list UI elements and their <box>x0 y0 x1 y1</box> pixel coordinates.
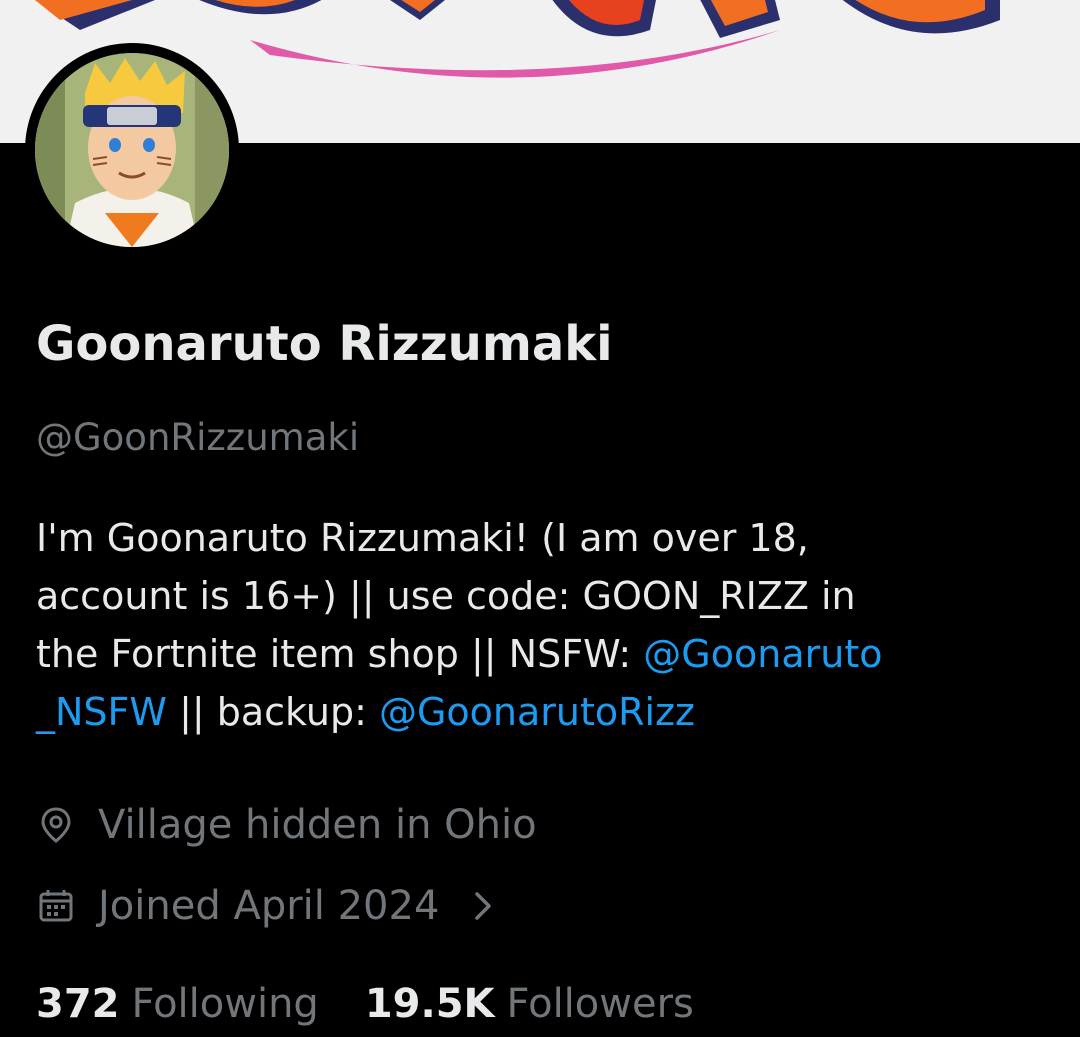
follow-stats: 372 Following 19.5K Followers <box>36 976 694 1032</box>
username-handle: @GoonRizzumaki <box>36 416 360 459</box>
nsfw-mention-link[interactable]: _NSFW <box>36 690 167 734</box>
bio-line: _NSFW || backup: @GoonarutoRizz <box>36 683 1056 741</box>
location-pin-icon <box>36 805 76 845</box>
joined-date-text: Joined April 2024 <box>98 883 440 929</box>
bio-line: the Fortnite item shop || NSFW: @Goonaru… <box>36 625 1056 683</box>
followers-link[interactable]: 19.5K Followers <box>365 981 694 1027</box>
avatar-frame[interactable] <box>25 43 239 257</box>
bio-line: I'm Goonaruto Rizzumaki! (I am over 18, <box>36 516 809 560</box>
avatar-illustration <box>35 53 229 247</box>
followers-label: Followers <box>506 981 694 1027</box>
bio-line: account is 16+) || use code: GOON_RIZZ i… <box>36 574 856 618</box>
profile-bio: I'm Goonaruto Rizzumaki! (I am over 18, … <box>36 509 1056 741</box>
bio-text: || backup: <box>166 690 379 734</box>
following-link[interactable]: 372 Following <box>36 981 319 1027</box>
followers-count: 19.5K <box>364 981 495 1027</box>
nsfw-mention-link[interactable]: @Goonaruto <box>643 632 882 676</box>
calendar-icon <box>36 886 76 926</box>
naruto-avatar[interactable] <box>35 53 229 247</box>
following-label: Following <box>131 981 319 1027</box>
bio-text: the Fortnite item shop || NSFW: <box>36 632 644 676</box>
display-name: Goonaruto Rizzumaki <box>36 316 613 372</box>
chevron-right-icon <box>469 886 497 926</box>
following-count: 372 <box>36 981 120 1027</box>
location-row: Village hidden in Ohio <box>36 797 537 853</box>
joined-row[interactable]: Joined April 2024 <box>36 878 497 934</box>
location-text: Village hidden in Ohio <box>98 802 537 848</box>
backup-mention-link[interactable]: @GoonarutoRizz <box>379 690 695 734</box>
